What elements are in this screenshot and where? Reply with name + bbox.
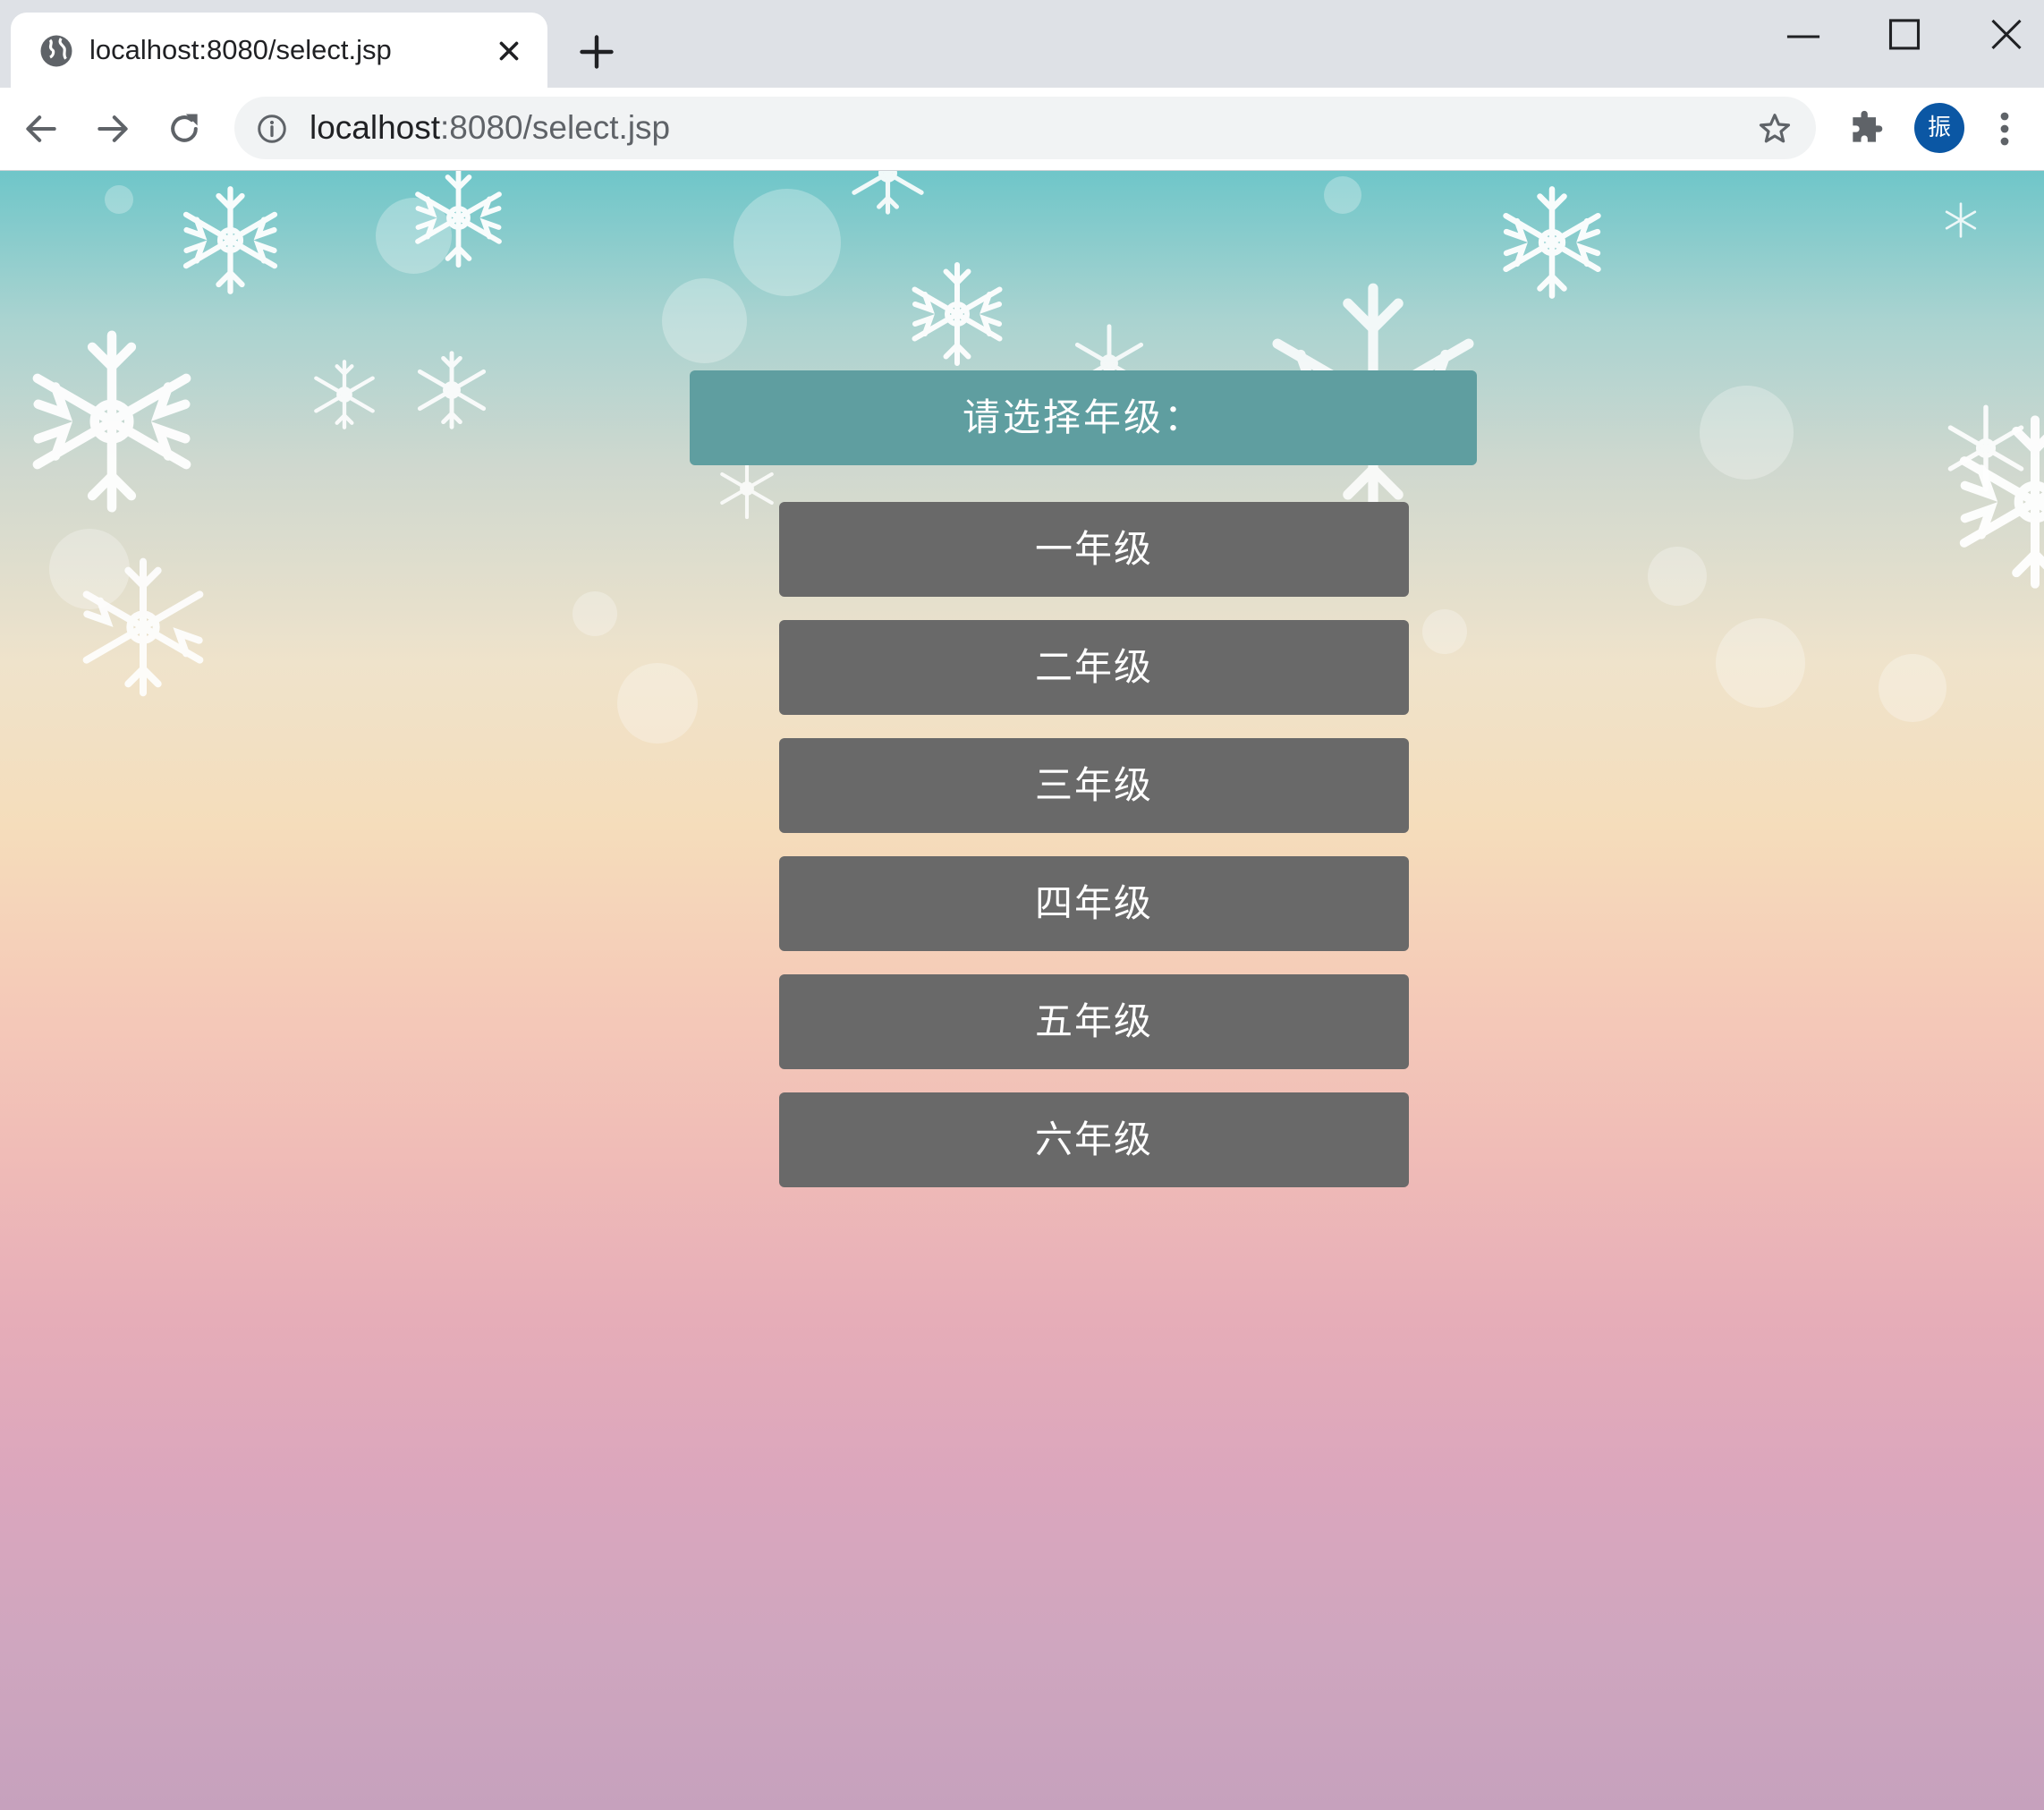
grade-4-button[interactable]: 四年级 bbox=[779, 856, 1409, 951]
url-path: :8080/select.jsp bbox=[440, 109, 671, 146]
grade-3-button[interactable]: 三年级 bbox=[779, 738, 1409, 833]
snowflake-icon bbox=[417, 351, 487, 429]
grade-2-button[interactable]: 二年级 bbox=[779, 620, 1409, 715]
snowflake-icon bbox=[1503, 186, 1601, 299]
snowflake-icon bbox=[82, 557, 204, 697]
snowflake-icon bbox=[182, 186, 278, 294]
more-menu-icon[interactable] bbox=[1991, 107, 2018, 150]
reload-icon[interactable] bbox=[165, 109, 204, 149]
bokeh-decoration bbox=[1648, 547, 1707, 606]
bokeh-decoration bbox=[617, 663, 698, 744]
page-viewport: 请选择年级： 一年级 二年级 三年级 四年级 五年级 六年级 bbox=[0, 171, 2044, 1810]
close-tab-icon[interactable] bbox=[494, 36, 524, 66]
bokeh-decoration bbox=[662, 278, 747, 363]
browser-toolbar: localhost:8080/select.jsp 振 bbox=[0, 88, 2044, 171]
snowflake-icon bbox=[912, 262, 1003, 366]
snowflake-icon bbox=[415, 171, 502, 268]
address-bar[interactable]: localhost:8080/select.jsp bbox=[234, 97, 1816, 159]
snowflake-icon bbox=[314, 360, 375, 429]
title-bar: localhost:8080/select.jsp bbox=[0, 0, 2044, 88]
new-tab-icon[interactable] bbox=[577, 32, 616, 72]
grade-6-button[interactable]: 六年级 bbox=[779, 1092, 1409, 1187]
tab-title: localhost:8080/select.jsp bbox=[89, 34, 392, 65]
globe-icon bbox=[40, 35, 72, 67]
extensions-puzzle-icon[interactable] bbox=[1846, 109, 1886, 149]
bokeh-decoration bbox=[105, 185, 133, 214]
maximize-icon[interactable] bbox=[1877, 9, 1932, 64]
snowflake-icon bbox=[1945, 202, 1977, 238]
snowflake-icon bbox=[1947, 404, 2024, 492]
forward-arrow-icon[interactable] bbox=[93, 109, 132, 149]
bokeh-decoration bbox=[1422, 609, 1467, 654]
bokeh-decoration bbox=[1716, 618, 1805, 708]
select-grade-heading: 请选择年级： bbox=[690, 370, 1477, 465]
bookmark-star-icon[interactable] bbox=[1757, 111, 1793, 147]
minimize-icon[interactable] bbox=[1776, 9, 1831, 64]
site-info-icon[interactable] bbox=[256, 113, 288, 145]
bokeh-decoration bbox=[1324, 176, 1361, 214]
grade-5-button[interactable]: 五年级 bbox=[779, 974, 1409, 1069]
snowflake-icon bbox=[32, 330, 191, 513]
bokeh-decoration bbox=[1700, 386, 1794, 480]
snowflake-icon bbox=[852, 171, 924, 215]
url-host: localhost bbox=[310, 109, 441, 146]
snowflake-icon bbox=[720, 457, 774, 520]
bokeh-decoration bbox=[734, 189, 841, 296]
bokeh-decoration bbox=[1879, 654, 1946, 722]
back-arrow-icon[interactable] bbox=[21, 109, 61, 149]
url-text: localhost:8080/select.jsp bbox=[310, 109, 670, 147]
grade-1-button[interactable]: 一年级 bbox=[779, 502, 1409, 597]
browser-tab[interactable]: localhost:8080/select.jsp bbox=[11, 13, 547, 88]
close-window-icon[interactable] bbox=[1979, 9, 2034, 64]
bokeh-decoration bbox=[572, 591, 617, 636]
profile-avatar[interactable]: 振 bbox=[1914, 103, 1964, 153]
